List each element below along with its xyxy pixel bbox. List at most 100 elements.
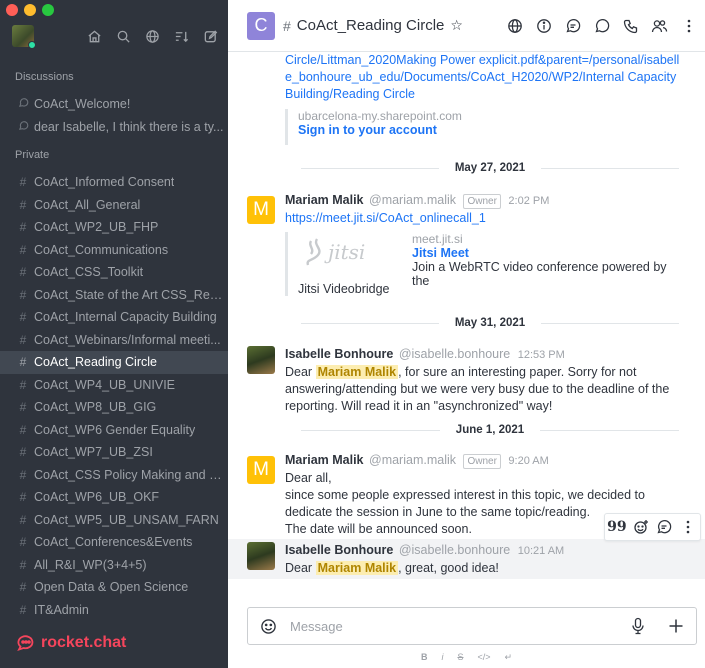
message-line: Dear all,: [285, 471, 332, 485]
url-preview-text: meet.jit.si Jitsi Meet Join a WebRTC vid…: [412, 232, 682, 288]
preview-title-link[interactable]: Jitsi Meet: [412, 246, 682, 260]
preview-description: Join a WebRTC video conference powered b…: [412, 260, 667, 288]
sidebar-item-label: CoAct_Internal Capacity Building: [34, 310, 217, 325]
message-item[interactable]: Isabelle Bonhoure @isabelle.bonhoure 12:…: [228, 344, 705, 414]
sort-icon[interactable]: [173, 28, 189, 44]
sidebar-item-channel[interactable]: # CoAct_CSS Policy Making and C...: [0, 464, 228, 487]
minimize-window-button[interactable]: [24, 4, 36, 16]
sidebar-item-channel[interactable]: # CoAct_WP2_UB_FHP: [0, 216, 228, 239]
private-channel-icon: #: [19, 445, 27, 460]
sidebar-item-label: CoAct_Welcome!: [34, 97, 131, 112]
message-text: Dear Mariam Malik, for sure an interesti…: [285, 364, 683, 415]
add-attachment-icon[interactable]: [666, 616, 686, 636]
sidebar-item-label: Open Data & Open Science: [34, 580, 189, 595]
sidebar-item-label: dear Isabelle, I think there is a ty...: [34, 119, 224, 134]
multiline-format-button[interactable]: ↵: [504, 652, 512, 663]
sidebar-item-discussion[interactable]: CoAct_Welcome!: [0, 93, 228, 116]
emoji-picker-icon[interactable]: [258, 616, 278, 636]
user-avatar[interactable]: [247, 542, 275, 570]
rocket-chat-icon: [17, 635, 34, 652]
user-avatar[interactable]: M: [247, 196, 275, 224]
sidebar-item-channel[interactable]: # CoAct_WP6 Gender Equality: [0, 419, 228, 442]
room-avatar[interactable]: C: [247, 11, 275, 40]
message-body: Isabelle Bonhoure @isabelle.bonhoure 10:…: [285, 542, 683, 577]
quote-icon[interactable]: 99: [607, 519, 626, 536]
more-actions-icon[interactable]: [680, 519, 697, 536]
microphone-icon[interactable]: [628, 616, 648, 636]
message-item[interactable]: Isabelle Bonhoure @isabelle.bonhoure 10:…: [228, 539, 705, 579]
message-item[interactable]: M Mariam Malik @mariam.malik Owner 2:02 …: [228, 190, 705, 300]
section-private-label: Private: [15, 149, 50, 161]
discussion-icon[interactable]: [593, 17, 610, 34]
date-divider-label: May 31, 2021: [454, 317, 526, 329]
user-avatar[interactable]: M: [247, 456, 275, 484]
author-name[interactable]: Mariam Malik: [285, 453, 364, 467]
private-channel-icon: #: [19, 580, 27, 595]
jitsi-logo: jitsi: [302, 234, 402, 270]
info-icon[interactable]: [535, 17, 552, 34]
sidebar-item-label: CoAct_State of the Art CSS_Rep...: [34, 287, 224, 302]
sidebar-item-channel[interactable]: # Open Data & Open Science: [0, 576, 228, 599]
private-channel-icon: #: [19, 220, 27, 235]
sidebar-item-channel[interactable]: # CoAct_WP4_UB_UNIVIE: [0, 374, 228, 397]
home-icon[interactable]: [86, 28, 102, 44]
author-name[interactable]: Mariam Malik: [285, 193, 364, 207]
bold-format-button[interactable]: B: [421, 652, 428, 662]
reply-thread-icon[interactable]: [656, 519, 673, 536]
code-format-button[interactable]: </>: [477, 652, 490, 662]
sidebar-item-channel[interactable]: # CoAct_WP7_UB_ZSI: [0, 441, 228, 464]
threads-icon[interactable]: [564, 17, 581, 34]
add-reaction-icon[interactable]: [632, 519, 649, 536]
italic-format-button[interactable]: i: [441, 652, 443, 662]
sidebar-item-channel[interactable]: # CoAct_WP8_UB_GIG: [0, 396, 228, 419]
kebab-menu-icon[interactable]: [680, 17, 697, 34]
sidebar-item-channel[interactable]: # CoAct_Conferences&Events: [0, 531, 228, 554]
sidebar-item-channel[interactable]: # CoAct_All_General: [0, 194, 228, 217]
message-time: 12:53 PM: [517, 349, 565, 361]
role-badge: Owner: [463, 454, 501, 469]
author-username: @isabelle.bonhoure: [398, 347, 511, 361]
sidebar-item-channel[interactable]: # IT&Admin: [0, 599, 228, 622]
call-icon[interactable]: [622, 17, 639, 34]
user-mention[interactable]: Mariam Malik: [315, 365, 399, 379]
user-avatar[interactable]: [12, 25, 36, 49]
sidebar-item-label: CoAct_WP7_UB_ZSI: [34, 445, 153, 460]
directory-globe-icon[interactable]: [144, 28, 160, 44]
message-list[interactable]: Circle/Littman_2020Making Power explicit…: [228, 52, 705, 600]
room-name[interactable]: CoAct_Reading Circle: [297, 17, 445, 34]
room-toolbar: [506, 17, 697, 34]
author-name[interactable]: Isabelle Bonhoure: [285, 347, 393, 361]
author-name[interactable]: Isabelle Bonhoure: [285, 543, 393, 557]
strike-format-button[interactable]: S: [457, 652, 463, 662]
sidebar-item-channel[interactable]: # CoAct_WP6_UB_OKF: [0, 486, 228, 509]
message-link[interactable]: https://meet.jit.si/CoAct_onlinecall_1: [285, 210, 683, 227]
discussion-icon: [17, 120, 29, 134]
private-channel-icon: #: [19, 265, 27, 280]
user-avatar[interactable]: [247, 346, 275, 374]
role-badge: Owner: [463, 194, 501, 209]
message-text-rest: , great, good idea!: [398, 561, 499, 575]
logo-text: rocket.chat: [41, 634, 127, 651]
sidebar-item-channel[interactable]: # CoAct_CSS_Toolkit: [0, 261, 228, 284]
zoom-window-button[interactable]: [42, 4, 54, 16]
search-icon[interactable]: [115, 28, 131, 44]
sidebar-item-channel[interactable]: # CoAct_Informed Consent: [0, 171, 228, 194]
sidebar-item-discussion[interactable]: dear Isabelle, I think there is a ty...: [0, 116, 228, 139]
user-mention[interactable]: Mariam Malik: [315, 561, 399, 575]
message-input[interactable]: Message: [290, 619, 628, 634]
sidebar-item-channel[interactable]: # CoAct_Webinars/Informal meeti...: [0, 329, 228, 352]
members-icon[interactable]: [651, 17, 668, 34]
sidebar-item-channel[interactable]: # CoAct_Communications: [0, 239, 228, 262]
date-divider: June 1, 2021: [285, 422, 695, 438]
sidebar-item-channel[interactable]: # All_R&I_WP(3+4+5): [0, 554, 228, 577]
sidebar-item-channel[interactable]: # CoAct_State of the Art CSS_Rep...: [0, 284, 228, 307]
message-link[interactable]: Circle/Littman_2020Making Power explicit…: [285, 52, 685, 103]
preview-title-link[interactable]: Sign in to your account: [298, 123, 462, 137]
close-window-button[interactable]: [6, 4, 18, 16]
globe-icon[interactable]: [506, 17, 523, 34]
sidebar-item-channel[interactable]: # CoAct_Reading Circle: [0, 351, 228, 374]
sidebar-item-channel[interactable]: # CoAct_Internal Capacity Building: [0, 306, 228, 329]
favorite-star-icon[interactable]: ☆: [450, 17, 463, 34]
sidebar-item-channel[interactable]: # CoAct_WP5_UB_UNSAM_FARN: [0, 509, 228, 532]
create-new-icon[interactable]: [202, 28, 218, 44]
